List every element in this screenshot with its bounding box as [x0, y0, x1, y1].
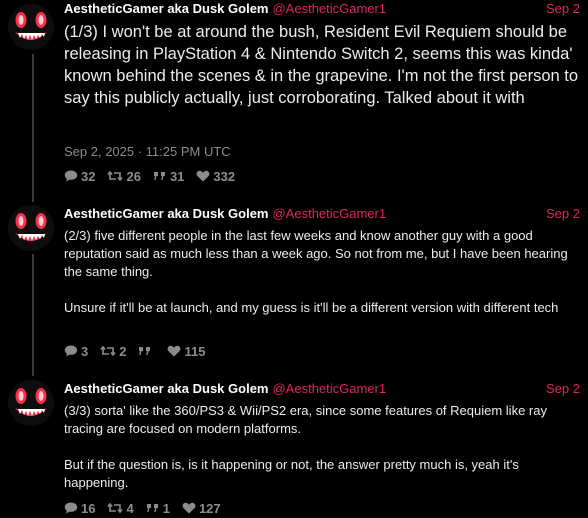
retweet-count: 2	[119, 343, 127, 359]
author-handle[interactable]: @AestheticGamer1	[272, 1, 386, 16]
tweet-text: (3/3) sorta' like the 360/PS3 & Wii/PS2 …	[64, 402, 580, 492]
quote-count: 1	[162, 500, 170, 516]
tweet-2[interactable]: AestheticGamer aka Dusk Golem @AestheticG…	[0, 205, 588, 365]
retweet-icon	[100, 345, 116, 357]
tweet-paragraph: (3/3) sorta' like the 360/PS3 & Wii/PS2 …	[64, 403, 547, 436]
tweet-header: AestheticGamer aka Dusk Golem @AestheticG…	[64, 1, 580, 19]
tweet-stats: 3 2 115	[64, 343, 217, 359]
retweet-icon	[107, 170, 124, 182]
retweet-count: 4	[126, 500, 134, 516]
retweet-count: 26	[126, 168, 141, 184]
heart-icon	[197, 170, 210, 182]
tweet-1[interactable]: AestheticGamer aka Dusk Golem @AestheticG…	[0, 0, 588, 195]
retweet-button[interactable]: 2	[100, 344, 126, 359]
tweet-stats: 32 26 31 332	[64, 168, 247, 184]
tweet-stats: 16 4 1 127	[64, 500, 233, 516]
like-count: 115	[184, 343, 206, 359]
comment-icon	[64, 170, 78, 182]
demon-face-avatar-image	[8, 4, 54, 50]
heart-icon	[168, 345, 181, 357]
retweet-icon	[107, 502, 124, 514]
like-button[interactable]: 127	[182, 501, 221, 516]
reply-button[interactable]: 3	[64, 344, 88, 359]
heart-icon	[182, 502, 196, 514]
avatar[interactable]	[8, 380, 54, 426]
tweet-paragraph: But if the question is, is it happening …	[64, 457, 519, 490]
tweet-date[interactable]: Sep 2	[546, 1, 580, 16]
like-count: 332	[213, 168, 236, 184]
quote-icon	[153, 172, 165, 180]
reply-count: 32	[81, 168, 96, 184]
reply-count: 3	[81, 343, 89, 359]
demon-face-avatar-image	[8, 380, 54, 426]
tweet-date[interactable]: Sep 2	[546, 206, 580, 221]
quote-button[interactable]	[138, 345, 155, 357]
like-count: 127	[198, 500, 221, 516]
author-handle[interactable]: @AestheticGamer1	[272, 206, 386, 221]
author-name[interactable]: AestheticGamer aka Dusk Golem	[64, 381, 268, 396]
tweet-header: AestheticGamer aka Dusk Golem @AestheticG…	[64, 206, 580, 224]
author-handle[interactable]: @AestheticGamer1	[272, 381, 386, 396]
retweet-button[interactable]: 4	[107, 500, 134, 516]
tweet-paragraph: (1/3) I won't be at around the bush, Res…	[64, 23, 579, 107]
tweet-paragraph: Unsure if it'll be at launch, and my gue…	[64, 300, 559, 315]
author-name[interactable]: AestheticGamer aka Dusk Golem	[64, 1, 268, 16]
quote-icon	[146, 504, 158, 512]
tweet-date[interactable]: Sep 2	[546, 381, 580, 396]
avatar[interactable]	[8, 4, 54, 50]
reply-button[interactable]: 16	[64, 501, 95, 516]
tweet-header: AestheticGamer aka Dusk Golem @AestheticG…	[64, 381, 580, 399]
demon-face-avatar-image	[8, 205, 54, 251]
avatar[interactable]	[8, 205, 54, 251]
tweet-text: (2/3) five different people in the last …	[64, 227, 580, 317]
quote-count: 31	[169, 168, 185, 184]
retweet-button[interactable]: 26	[107, 168, 141, 184]
quote-button[interactable]: 1	[146, 501, 170, 516]
like-button[interactable]: 332	[196, 169, 235, 184]
comment-icon	[64, 502, 78, 514]
comment-icon	[64, 345, 78, 357]
tweet-paragraph: (2/3) five different people in the last …	[64, 228, 568, 279]
tweet-text: (1/3) I won't be at around the bush, Res…	[64, 21, 580, 109]
quote-icon	[139, 347, 151, 355]
tweet-timestamp[interactable]: Sep 2, 2025 · 11:25 PM UTC	[64, 144, 231, 159]
reply-count: 16	[81, 500, 96, 516]
like-button[interactable]: 115	[167, 344, 205, 359]
tweet-3[interactable]: AestheticGamer aka Dusk Golem @AestheticG…	[0, 380, 588, 518]
quote-button[interactable]: 31	[153, 169, 184, 184]
author-name[interactable]: AestheticGamer aka Dusk Golem	[64, 206, 268, 221]
reply-button[interactable]: 32	[64, 169, 95, 184]
